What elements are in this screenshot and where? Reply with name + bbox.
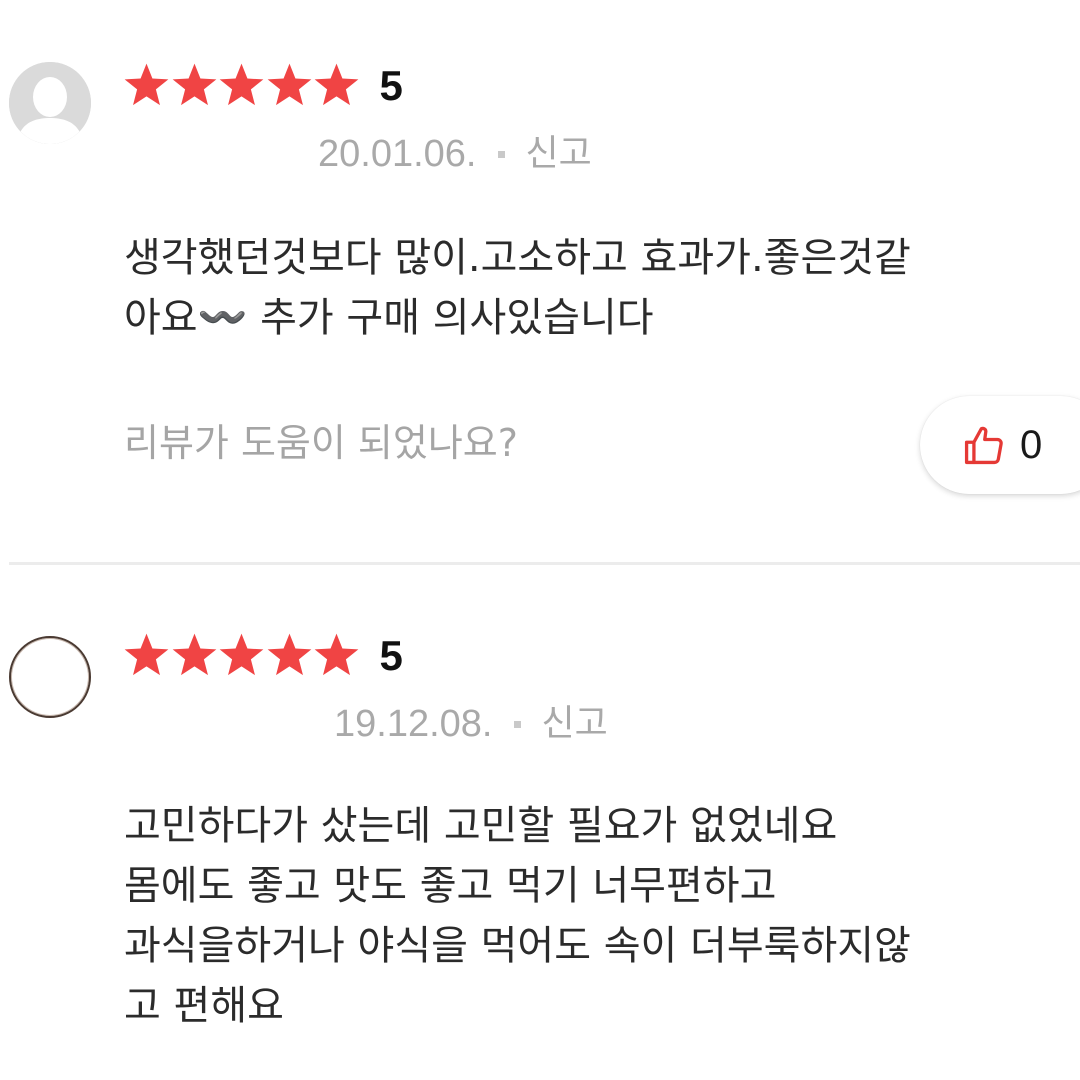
star-icon: [172, 63, 216, 106]
user-silhouette-icon: [9, 62, 91, 144]
review-text-line: 생각했던것보다 많이.고소하고 효과가.좋은것같: [124, 235, 911, 281]
star-icon: [219, 63, 264, 106]
star-icon: [172, 633, 216, 676]
review-text-line: 고민하다가 샀는데 고민할 필요가 없었네요: [124, 803, 838, 849]
star-rating: 5: [122, 62, 403, 109]
review-item: 5 20.01.06. 신고 생각했던것보다 많이.고소하고 효과가.좋은것같 …: [0, 0, 1080, 560]
review-list: 5 20.01.06. 신고 생각했던것보다 많이.고소하고 효과가.좋은것같 …: [0, 0, 1080, 1080]
review-item: 5 19.12.08. 신고 고민하다가 샀는데 고민할 필요가 없었네요 몸에…: [0, 566, 1080, 1080]
star-icon: [219, 633, 264, 676]
review-date: 20.01.06.: [318, 133, 477, 175]
star-icon: [124, 63, 169, 106]
like-count: 0: [1020, 422, 1043, 467]
review-text-line: 고 편해요: [124, 983, 284, 1029]
rating-value: 5: [379, 61, 403, 109]
rating-value: 5: [379, 631, 403, 679]
report-link[interactable]: 신고: [541, 702, 607, 746]
review-content: 고민하다가 샀는데 고민할 필요가 없었네요 몸에도 좋고 맛도 좋고 먹기 너…: [124, 796, 911, 1036]
like-button[interactable]: 0: [920, 396, 1080, 494]
star-icon: [314, 633, 359, 676]
avatar: [9, 636, 91, 718]
avatar: [9, 62, 91, 144]
review-divider: [9, 562, 1080, 565]
star-icon: [267, 63, 311, 106]
helpful-question: 리뷰가 도움이 되었나요?: [124, 421, 518, 465]
report-link[interactable]: 신고: [525, 132, 591, 176]
star-icon: [314, 63, 359, 106]
thumbs-up-icon: [964, 426, 1003, 465]
review-meta: 19.12.08. 신고: [334, 702, 608, 746]
review-text-line: 과식을하거나 야식을 먹어도 속이 더부룩하지않: [124, 923, 911, 969]
review-text-line: 아요〰️ 추가 구매 의사있습니다: [124, 295, 654, 341]
review-meta: 20.01.06. 신고: [318, 132, 592, 176]
star-rating: 5: [122, 632, 403, 679]
separator-dot: [514, 720, 522, 728]
separator-dot: [498, 150, 506, 158]
review-content: 생각했던것보다 많이.고소하고 효과가.좋은것같 아요〰️ 추가 구매 의사있습…: [124, 228, 911, 348]
review-date: 19.12.08.: [334, 703, 493, 745]
star-icon: [267, 633, 311, 676]
review-text-line: 몸에도 좋고 맛도 좋고 먹기 너무편하고: [124, 863, 777, 909]
star-icon: [124, 633, 169, 676]
